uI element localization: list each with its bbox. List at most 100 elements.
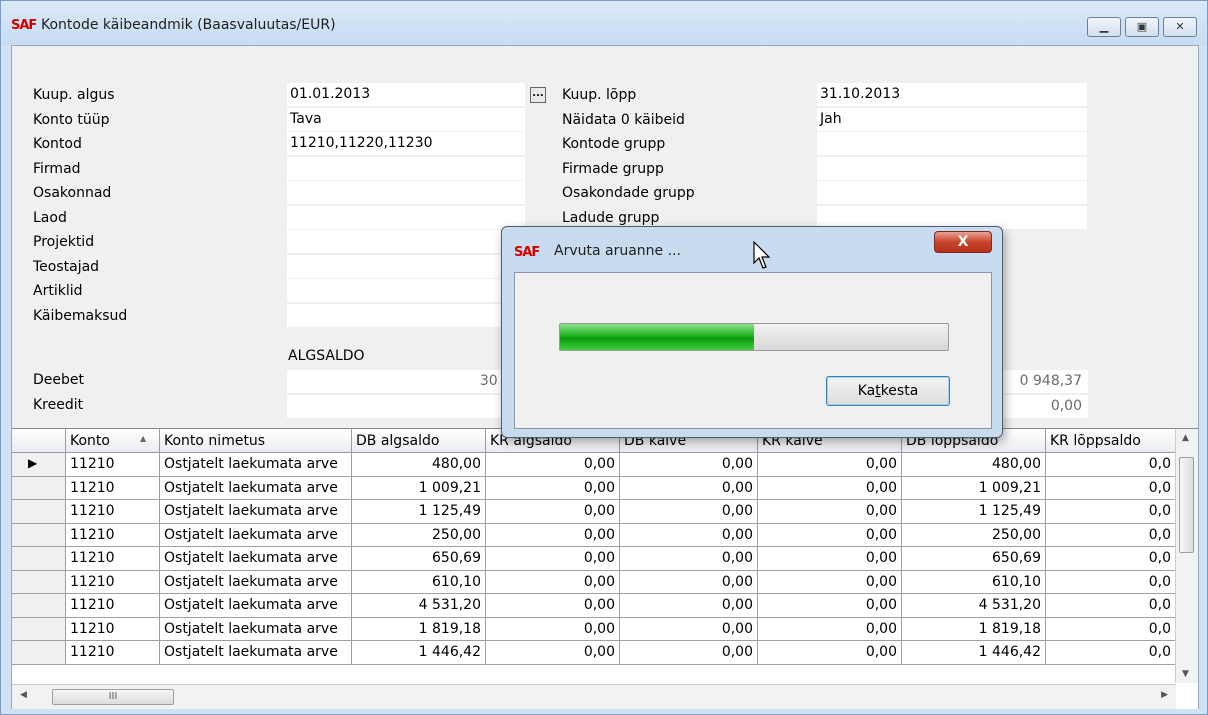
filter-field[interactable]: [817, 181, 1087, 204]
table-cell[interactable]: 0,00: [620, 617, 758, 641]
table-cell[interactable]: 0,00: [620, 594, 758, 618]
filter-field[interactable]: [817, 132, 1087, 155]
table-cell[interactable]: Ostjatelt laekumata arve: [160, 617, 352, 641]
filter-field[interactable]: 01.01.2013: [287, 83, 525, 106]
dialog-close-button[interactable]: X: [934, 231, 992, 253]
row-indicator[interactable]: [12, 594, 66, 618]
table-cell[interactable]: 0,00: [486, 547, 620, 571]
table-cell[interactable]: 0,00: [620, 500, 758, 524]
table-cell[interactable]: 0,00: [620, 523, 758, 547]
table-cell[interactable]: 0,00: [758, 453, 902, 477]
filter-field[interactable]: [287, 181, 525, 204]
row-indicator[interactable]: [12, 570, 66, 594]
table-cell[interactable]: 4 531,20: [902, 594, 1046, 618]
table-cell[interactable]: 0,00: [758, 594, 902, 618]
table-cell[interactable]: 0,00: [620, 453, 758, 477]
table-cell[interactable]: 0,00: [486, 570, 620, 594]
horizontal-scrollbar[interactable]: ◀ III ▶: [12, 684, 1176, 709]
table-cell[interactable]: 0,0: [1046, 523, 1176, 547]
row-indicator[interactable]: [12, 523, 66, 547]
table-cell[interactable]: Ostjatelt laekumata arve: [160, 641, 352, 665]
table-cell[interactable]: 0,0: [1046, 641, 1176, 665]
close-button[interactable]: ✕: [1163, 17, 1197, 37]
scroll-up-icon[interactable]: ▲: [1182, 433, 1189, 443]
table-cell[interactable]: 1 009,21: [902, 476, 1046, 500]
row-indicator[interactable]: [12, 547, 66, 571]
vertical-scroll-thumb[interactable]: [1179, 457, 1194, 553]
table-cell[interactable]: 0,00: [486, 617, 620, 641]
date-picker-button[interactable]: ...: [530, 87, 546, 103]
filter-field[interactable]: [287, 303, 525, 327]
table-cell[interactable]: Ostjatelt laekumata arve: [160, 476, 352, 500]
filter-field[interactable]: [287, 279, 525, 302]
table-cell[interactable]: 11210: [66, 547, 160, 571]
minimize-button[interactable]: ▁: [1087, 17, 1121, 37]
table-cell[interactable]: Ostjatelt laekumata arve: [160, 594, 352, 618]
table-cell[interactable]: 11210: [66, 641, 160, 665]
column-header[interactable]: Konto nimetus: [160, 429, 352, 453]
table-cell[interactable]: Ostjatelt laekumata arve: [160, 453, 352, 477]
column-header[interactable]: KR lõppsaldo: [1046, 429, 1176, 453]
table-cell[interactable]: 11210: [66, 476, 160, 500]
table-cell[interactable]: 4 531,20: [352, 594, 486, 618]
table-cell[interactable]: 0,0: [1046, 570, 1176, 594]
table-cell[interactable]: 0,00: [486, 500, 620, 524]
table-cell[interactable]: 0,00: [486, 594, 620, 618]
cancel-button[interactable]: Katkesta: [826, 376, 950, 406]
table-cell[interactable]: Ostjatelt laekumata arve: [160, 523, 352, 547]
table-cell[interactable]: 0,00: [620, 641, 758, 665]
filter-field[interactable]: 11210,11220,11230: [287, 132, 525, 155]
scroll-right-icon[interactable]: ▶: [1161, 690, 1168, 700]
table-cell[interactable]: 480,00: [902, 453, 1046, 477]
table-cell[interactable]: 0,00: [486, 476, 620, 500]
filter-field[interactable]: Jah: [817, 107, 1087, 131]
table-cell[interactable]: 1 009,21: [352, 476, 486, 500]
row-indicator[interactable]: [12, 641, 66, 665]
column-header[interactable]: DB algsaldo: [352, 429, 486, 453]
table-cell[interactable]: 0,00: [758, 500, 902, 524]
horizontal-scroll-thumb[interactable]: III: [52, 689, 174, 705]
table-cell[interactable]: 0,00: [758, 547, 902, 571]
maximize-button[interactable]: ▣: [1125, 17, 1159, 37]
table-cell[interactable]: 250,00: [352, 523, 486, 547]
filter-field[interactable]: [817, 156, 1087, 180]
table-cell[interactable]: 1 125,49: [352, 500, 486, 524]
filter-field[interactable]: [287, 254, 525, 278]
table-cell[interactable]: 11210: [66, 570, 160, 594]
table-cell[interactable]: Ostjatelt laekumata arve: [160, 500, 352, 524]
table-cell[interactable]: 0,0: [1046, 617, 1176, 641]
table-cell[interactable]: 250,00: [902, 523, 1046, 547]
filter-field[interactable]: Tava: [287, 107, 525, 131]
row-indicator[interactable]: [12, 617, 66, 641]
table-cell[interactable]: 0,00: [758, 570, 902, 594]
table-cell[interactable]: 0,00: [486, 453, 620, 477]
table-cell[interactable]: 0,0: [1046, 500, 1176, 524]
table-cell[interactable]: 610,10: [352, 570, 486, 594]
table-cell[interactable]: 0,00: [758, 523, 902, 547]
filter-field[interactable]: [287, 205, 525, 229]
table-cell[interactable]: 650,69: [352, 547, 486, 571]
table-cell[interactable]: 0,0: [1046, 547, 1176, 571]
table-cell[interactable]: 11210: [66, 500, 160, 524]
row-indicator[interactable]: ▶: [12, 453, 66, 477]
table-cell[interactable]: 480,00: [352, 453, 486, 477]
table-cell[interactable]: 11210: [66, 523, 160, 547]
title-bar[interactable]: SAF Kontode käibeandmik (Baasvaluutas/EU…: [1, 1, 1207, 45]
table-cell[interactable]: 0,00: [486, 641, 620, 665]
table-cell[interactable]: 11210: [66, 453, 160, 477]
table-cell[interactable]: 650,69: [902, 547, 1046, 571]
table-cell[interactable]: 0,00: [486, 523, 620, 547]
accounts-grid[interactable]: Konto Konto nimetus DB algsaldo KR algsaldo…: [12, 428, 1198, 709]
row-indicator[interactable]: [12, 476, 66, 500]
table-cell[interactable]: 1 819,18: [352, 617, 486, 641]
table-cell[interactable]: 11210: [66, 617, 160, 641]
table-cell[interactable]: 0,0: [1046, 453, 1176, 477]
row-indicator[interactable]: [12, 500, 66, 524]
table-cell[interactable]: 11210: [66, 594, 160, 618]
filter-field[interactable]: [287, 230, 525, 253]
table-cell[interactable]: 1 125,49: [902, 500, 1046, 524]
table-cell[interactable]: 0,00: [758, 641, 902, 665]
table-cell[interactable]: 0,00: [620, 570, 758, 594]
vertical-scrollbar[interactable]: ▲ ▼: [1175, 429, 1198, 683]
table-cell[interactable]: 0,00: [758, 617, 902, 641]
